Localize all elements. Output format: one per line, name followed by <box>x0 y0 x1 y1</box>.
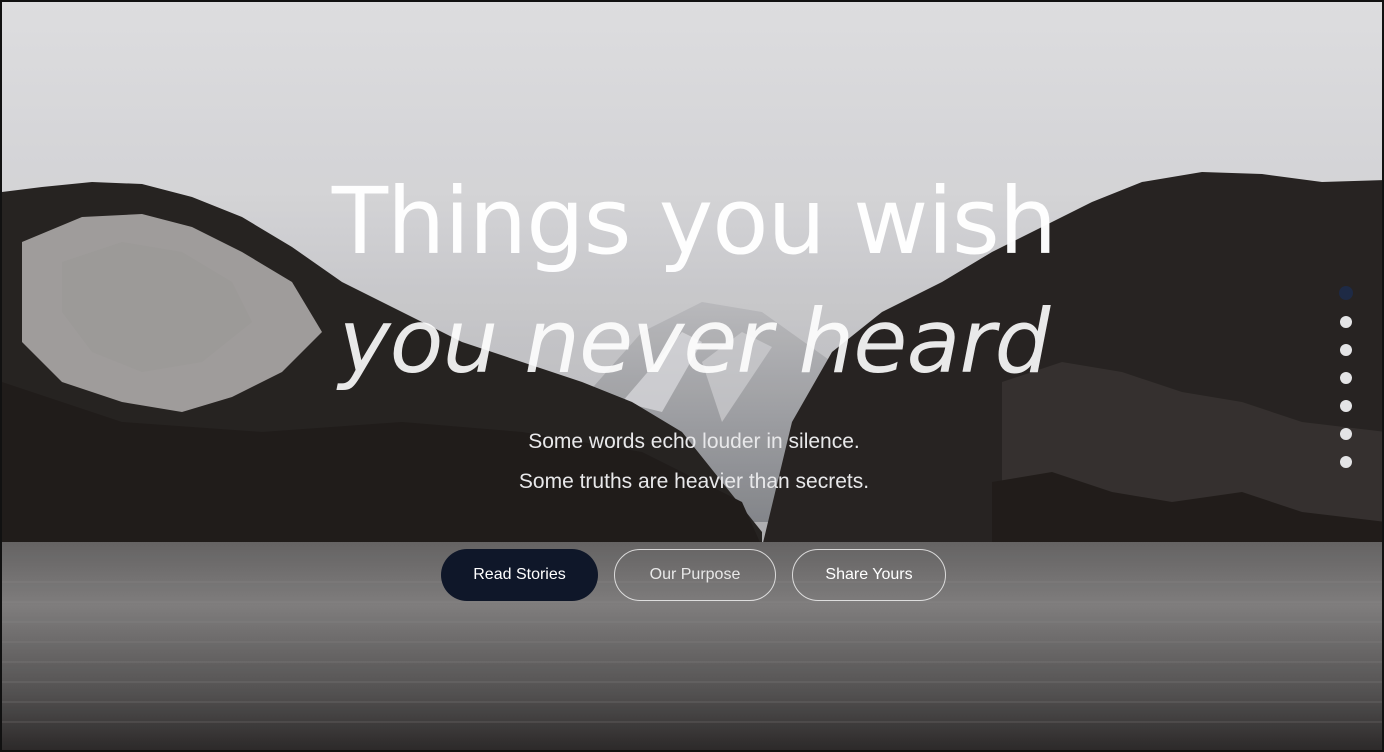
slide-dot-7[interactable] <box>1340 456 1352 468</box>
subtitle-line-1: Some words echo louder in silence. <box>528 430 860 453</box>
slide-dot-4[interactable] <box>1340 372 1352 384</box>
headline-line-2: you never heard <box>338 290 1051 393</box>
slide-dot-5[interactable] <box>1340 400 1352 412</box>
read-stories-button[interactable]: Read Stories <box>441 549 598 601</box>
page-frame: Things you wish you never heard Some wor… <box>0 0 1384 752</box>
slide-dot-1[interactable] <box>1339 286 1353 300</box>
subtitle-line-2: Some truths are heavier than secrets. <box>518 470 870 493</box>
headline-line-1: Things you wish <box>331 168 1057 275</box>
slide-dot-2[interactable] <box>1340 316 1352 328</box>
slide-pagination <box>1339 286 1354 484</box>
share-yours-button[interactable]: Share Yours <box>792 549 946 601</box>
hero-headline: Things you wish you never heard <box>2 162 1382 402</box>
hero-section: Things you wish you never heard Some wor… <box>2 2 1382 750</box>
slide-dot-6[interactable] <box>1340 428 1352 440</box>
hero-actions: Read Stories Our Purpose Share Yours <box>441 549 946 601</box>
our-purpose-button[interactable]: Our Purpose <box>614 549 776 601</box>
slide-dot-3[interactable] <box>1340 344 1352 356</box>
